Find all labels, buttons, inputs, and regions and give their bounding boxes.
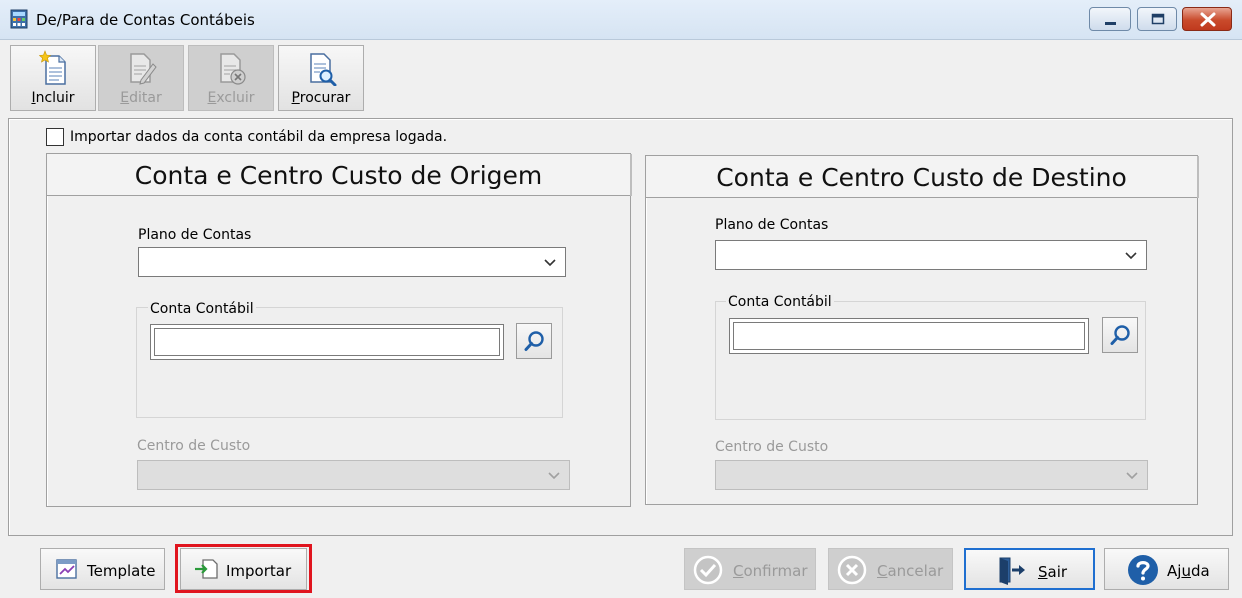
search-document-icon <box>310 53 337 86</box>
origem-centro-label: Centro de Custo <box>137 438 251 454</box>
minimize-icon <box>1105 22 1116 25</box>
destino-conta-label: Conta Contábil <box>726 294 834 310</box>
chevron-down-icon <box>548 472 560 480</box>
chevron-down-icon <box>544 259 556 267</box>
ajuda-label: Ajuda <box>1167 562 1210 580</box>
origem-conta-group: Conta Contábil <box>136 301 563 418</box>
origem-conta-search-button[interactable] <box>516 323 552 359</box>
ajuda-button[interactable]: Ajuda <box>1104 548 1229 590</box>
chevron-down-icon <box>1125 252 1137 260</box>
editar-button[interactable]: Editar <box>98 45 184 111</box>
close-icon <box>1200 12 1216 27</box>
destino-header: Conta e Centro Custo de Destino <box>646 156 1197 198</box>
excluir-button[interactable]: Excluir <box>188 45 274 111</box>
magnifier-icon <box>524 331 544 351</box>
import-empresa-label[interactable]: Importar dados da conta contábil da empr… <box>70 129 447 145</box>
help-icon <box>1128 555 1158 585</box>
procurar-label: Procurar <box>291 90 351 106</box>
origem-group: Conta e Centro Custo de Origem Plano de … <box>46 153 631 507</box>
exit-door-icon <box>999 557 1025 585</box>
window-title: De/Para de Contas Contábeis <box>36 11 255 29</box>
origem-plano-select[interactable] <box>138 247 566 277</box>
destino-conta-input[interactable] <box>729 318 1089 354</box>
check-circle-icon <box>693 555 723 585</box>
magnifier-icon <box>1110 325 1130 345</box>
minimize-button[interactable] <box>1089 7 1131 31</box>
incluir-label: Incluir <box>31 90 75 106</box>
sair-button[interactable]: Sair <box>964 548 1095 590</box>
import-empresa-checkbox[interactable] <box>46 128 64 146</box>
editar-label: Editar <box>120 90 162 106</box>
destino-centro-select[interactable] <box>715 460 1148 490</box>
delete-document-icon <box>220 53 246 85</box>
origem-centro-select[interactable] <box>137 460 570 490</box>
incluir-button[interactable]: Incluir <box>10 45 96 111</box>
cancelar-label: Cancelar <box>877 562 944 580</box>
destino-plano-select[interactable] <box>715 240 1147 270</box>
origem-conta-input[interactable] <box>150 324 504 360</box>
edit-document-icon <box>130 53 157 85</box>
destino-conta-search-button[interactable] <box>1102 317 1138 353</box>
destino-centro-label: Centro de Custo <box>715 439 829 455</box>
cancel-circle-icon <box>837 555 867 585</box>
maximize-button[interactable] <box>1137 7 1177 31</box>
template-icon <box>56 559 77 579</box>
title-bar: De/Para de Contas Contábeis <box>0 0 1242 40</box>
toolbar: Incluir Editar Excluir Procurar <box>0 41 1242 113</box>
calculator-icon <box>10 9 28 29</box>
chevron-down-icon <box>1126 472 1138 480</box>
origem-plano-label: Plano de Contas <box>138 227 252 243</box>
maximize-icon <box>1151 13 1165 25</box>
cancelar-button[interactable]: Cancelar <box>828 548 953 590</box>
confirmar-button[interactable]: Confirmar <box>684 548 816 590</box>
sair-label: Sair <box>1038 563 1068 581</box>
template-button[interactable]: Template <box>40 548 165 590</box>
destino-conta-group: Conta Contábil <box>715 294 1146 420</box>
destino-plano-label: Plano de Contas <box>715 217 829 233</box>
template-label: Template <box>87 562 156 580</box>
procurar-button[interactable]: Procurar <box>278 45 364 111</box>
origem-header: Conta e Centro Custo de Origem <box>47 154 630 196</box>
close-button[interactable] <box>1182 7 1232 31</box>
origem-conta-label: Conta Contábil <box>148 301 256 317</box>
excluir-label: Excluir <box>207 90 255 106</box>
destino-group: Conta e Centro Custo de Destino Plano de… <box>645 155 1198 505</box>
new-document-icon <box>39 50 66 85</box>
confirmar-label: Confirmar <box>733 562 808 580</box>
importar-highlight <box>175 544 312 593</box>
